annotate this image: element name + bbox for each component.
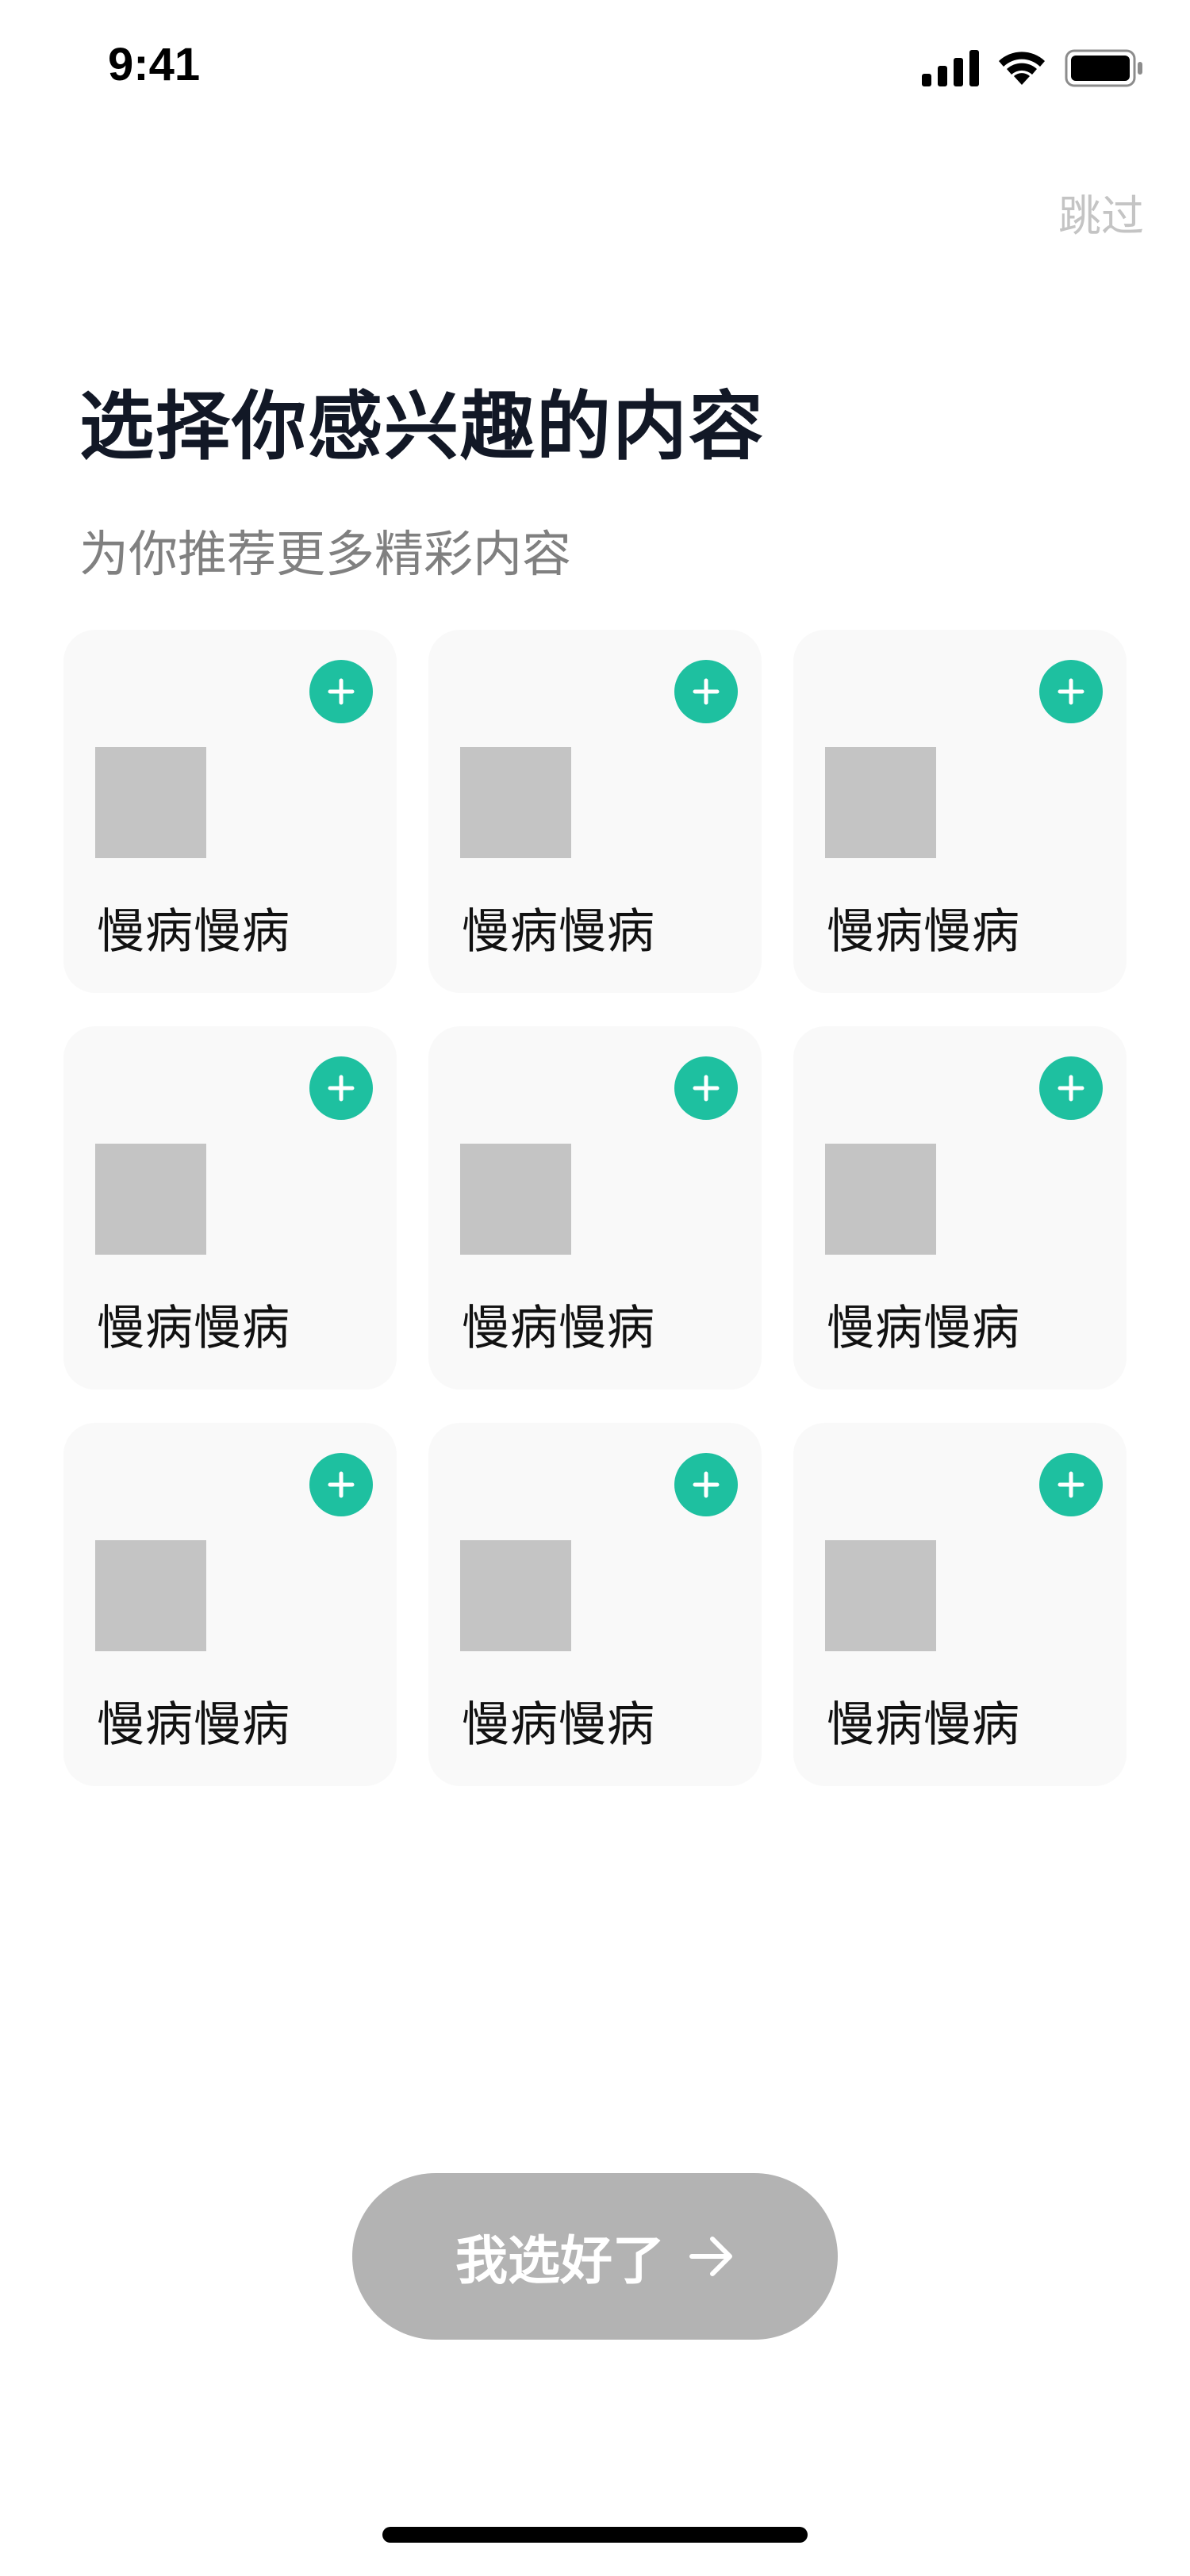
add-button[interactable]: [1039, 1453, 1103, 1516]
confirm-selection-button[interactable]: 我选好了: [352, 2173, 838, 2340]
card-label: 慢病慢病: [97, 904, 290, 960]
card-label: 慢病慢病: [462, 1301, 655, 1356]
add-button[interactable]: [309, 1453, 373, 1516]
interest-grid: 慢病慢病 慢病慢病 慢病慢病 慢病慢病 慢病慢病 慢病慢病 慢病慢病 慢病慢病 …: [63, 630, 1127, 1786]
card-image-placeholder: [95, 1144, 206, 1255]
card-label: 慢病慢病: [97, 1301, 290, 1356]
add-button[interactable]: [674, 660, 738, 723]
card-label: 慢病慢病: [462, 1697, 655, 1753]
card-label: 慢病慢病: [827, 904, 1020, 960]
cellular-signal-icon: [922, 50, 979, 86]
wifi-icon: [999, 52, 1045, 85]
add-button[interactable]: [309, 1056, 373, 1120]
plus-icon: [328, 1075, 355, 1102]
add-button[interactable]: [309, 660, 373, 723]
card-image-placeholder: [825, 747, 936, 858]
card-image-placeholder: [825, 1540, 936, 1651]
card-label: 慢病慢病: [97, 1697, 290, 1753]
interest-card[interactable]: 慢病慢病: [428, 630, 762, 993]
plus-icon: [328, 1471, 355, 1498]
add-button[interactable]: [674, 1056, 738, 1120]
card-image-placeholder: [95, 747, 206, 858]
plus-icon: [328, 678, 355, 705]
interest-card[interactable]: 慢病慢病: [428, 1026, 762, 1390]
card-image-placeholder: [460, 1144, 571, 1255]
card-image-placeholder: [95, 1540, 206, 1651]
plus-icon: [693, 1075, 720, 1102]
card-image-placeholder: [460, 1540, 571, 1651]
page-subtitle: 为你推荐更多精彩内容: [79, 525, 572, 583]
card-label: 慢病慢病: [827, 1697, 1020, 1753]
skip-link[interactable]: 跳过: [1058, 181, 1144, 243]
add-button[interactable]: [674, 1453, 738, 1516]
status-icons: [922, 48, 1144, 89]
confirm-button-label: 我选好了: [455, 2230, 665, 2291]
interest-card[interactable]: 慢病慢病: [793, 1026, 1127, 1390]
arrow-right-icon: [689, 2237, 732, 2276]
battery-icon: [1065, 49, 1142, 87]
interest-card[interactable]: 慢病慢病: [63, 1026, 397, 1390]
plus-icon: [1058, 1075, 1084, 1102]
interest-card[interactable]: 慢病慢病: [63, 1423, 397, 1786]
card-label: 慢病慢病: [462, 904, 655, 960]
status-time: 9:41: [108, 39, 201, 90]
add-button[interactable]: [1039, 1056, 1103, 1120]
add-button[interactable]: [1039, 660, 1103, 723]
interest-card[interactable]: 慢病慢病: [793, 630, 1127, 993]
card-label: 慢病慢病: [827, 1301, 1020, 1356]
plus-icon: [693, 678, 720, 705]
plus-icon: [1058, 1471, 1084, 1498]
card-image-placeholder: [825, 1144, 936, 1255]
home-indicator: [382, 2527, 808, 2543]
plus-icon: [1058, 678, 1084, 705]
plus-icon: [693, 1471, 720, 1498]
card-image-placeholder: [460, 747, 571, 858]
interest-card[interactable]: 慢病慢病: [793, 1423, 1127, 1786]
interest-card[interactable]: 慢病慢病: [428, 1423, 762, 1786]
interest-card[interactable]: 慢病慢病: [63, 630, 397, 993]
status-bar: 9:41: [0, 0, 1190, 119]
page-title: 选择你感兴趣的内容: [79, 384, 766, 470]
